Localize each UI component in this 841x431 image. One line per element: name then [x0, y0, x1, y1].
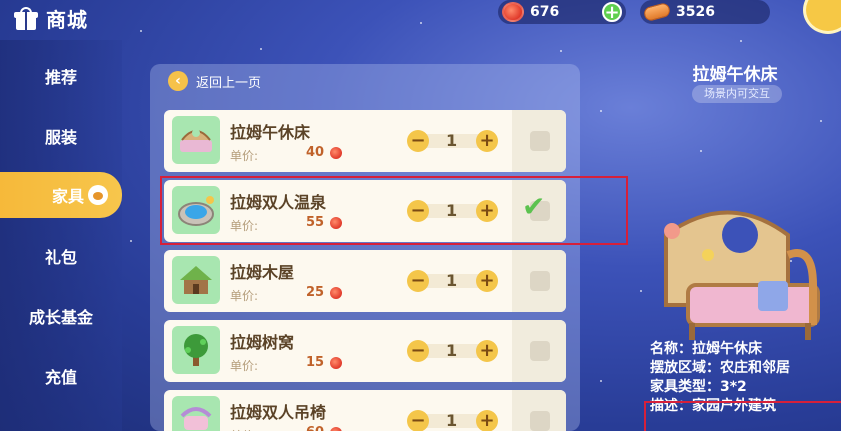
price-label: 单价: [230, 427, 258, 431]
sidebar-item-clothing[interactable]: 服装 [0, 116, 122, 156]
paw-icon [88, 185, 109, 205]
bed-thumbnail [172, 116, 220, 164]
apple-count: 676 [530, 4, 560, 20]
select-checkbox[interactable] [530, 411, 550, 431]
back-label: 返回上一页 [196, 75, 262, 91]
info-area: 摆放区域：农庄和邻居 [650, 360, 790, 376]
quantity-value: 1 [446, 131, 458, 150]
sidebar-item-label: 成长基金 [28, 308, 93, 327]
price-label: 单价: [230, 149, 259, 163]
quantity-value: 1 [446, 341, 458, 360]
sidebar-item-furniture[interactable]: 家具 [0, 172, 122, 218]
item-name: 拉姆木屋 [230, 263, 295, 282]
apple-icon [502, 2, 524, 22]
sidebar-item-recommend[interactable]: 推荐 [0, 56, 122, 96]
increase-quantity-button[interactable]: + [476, 130, 498, 152]
decrease-quantity-button[interactable]: − [407, 270, 429, 292]
list-item[interactable]: 拉姆午休床 单价: 40 − 1 + [164, 110, 566, 172]
apple-icon [330, 357, 342, 369]
tree-nest-thumbnail [172, 326, 220, 374]
back-button[interactable]: ‹ 返回上一页 [168, 71, 261, 91]
sidebar-item-label: 充值 [44, 368, 77, 387]
decrease-quantity-button[interactable]: − [407, 340, 429, 362]
item-name: 拉姆双人吊椅 [230, 403, 327, 422]
shop-title: 商城 [14, 4, 88, 33]
gift-icon [14, 6, 38, 31]
item-price: 25 [306, 285, 325, 300]
decrease-quantity-button[interactable]: − [407, 410, 429, 431]
quantity-value: 1 [446, 271, 458, 290]
sidebar-item-label: 服装 [44, 128, 77, 147]
item-name: 拉姆树窝 [230, 333, 295, 352]
info-name: 名称：拉姆午休床 [650, 341, 762, 357]
interactable-badge: 场景内可交互 [692, 85, 782, 103]
top-bar: 商城 676 + 3526 [0, 0, 841, 36]
sausage-icon [642, 1, 672, 23]
sidebar: 推荐 服装 家具 礼包 成长基金 充值 [0, 40, 122, 431]
quantity-value: 1 [446, 411, 458, 430]
swing-chair-thumbnail [172, 396, 220, 431]
select-checkbox[interactable] [530, 271, 550, 291]
selection-highlight [160, 176, 628, 245]
sausage-count: 3526 [676, 4, 715, 20]
close-button[interactable] [803, 0, 841, 34]
select-checkbox[interactable] [530, 131, 550, 151]
apple-currency: 676 + [498, 0, 626, 24]
sidebar-item-recharge[interactable]: 充值 [0, 356, 122, 396]
apple-icon [330, 427, 342, 431]
item-price: 60 [306, 425, 324, 431]
furniture-preview [648, 195, 828, 345]
item-price: 40 [306, 145, 325, 160]
sidebar-item-growth-fund[interactable]: 成长基金 [0, 296, 122, 336]
price-label: 单价: [230, 289, 259, 303]
decrease-quantity-button[interactable]: − [407, 130, 429, 152]
sidebar-item-label: 礼包 [44, 248, 77, 267]
increase-quantity-button[interactable]: + [476, 340, 498, 362]
select-checkbox[interactable] [530, 341, 550, 361]
info-type: 家具类型：3*2 [650, 379, 747, 395]
sidebar-item-gift-pack[interactable]: 礼包 [0, 236, 122, 276]
apple-icon [330, 147, 342, 159]
list-item[interactable]: 拉姆树窝 单价: 15 − 1 + [164, 320, 566, 382]
cabin-thumbnail [172, 256, 220, 304]
increase-quantity-button[interactable]: + [476, 410, 498, 431]
sausage-currency: 3526 [640, 0, 770, 24]
list-item[interactable]: 拉姆双人吊椅 单价: 60 − 1 + [164, 390, 566, 431]
item-name: 拉姆午休床 [230, 123, 311, 142]
sidebar-item-label: 推荐 [44, 68, 77, 87]
page-title: 商城 [46, 8, 88, 32]
apple-icon [330, 287, 342, 299]
detail-title: 拉姆午休床 [692, 65, 778, 85]
info-highlight-box [644, 401, 841, 431]
increase-quantity-button[interactable]: + [476, 270, 498, 292]
list-item[interactable]: 拉姆木屋 单价: 25 − 1 + [164, 250, 566, 312]
sidebar-item-label: 家具 [52, 187, 85, 206]
price-label: 单价: [230, 359, 259, 373]
add-currency-button[interactable]: + [602, 2, 622, 23]
item-price: 15 [306, 355, 325, 370]
chevron-left-icon: ‹ [168, 71, 188, 91]
